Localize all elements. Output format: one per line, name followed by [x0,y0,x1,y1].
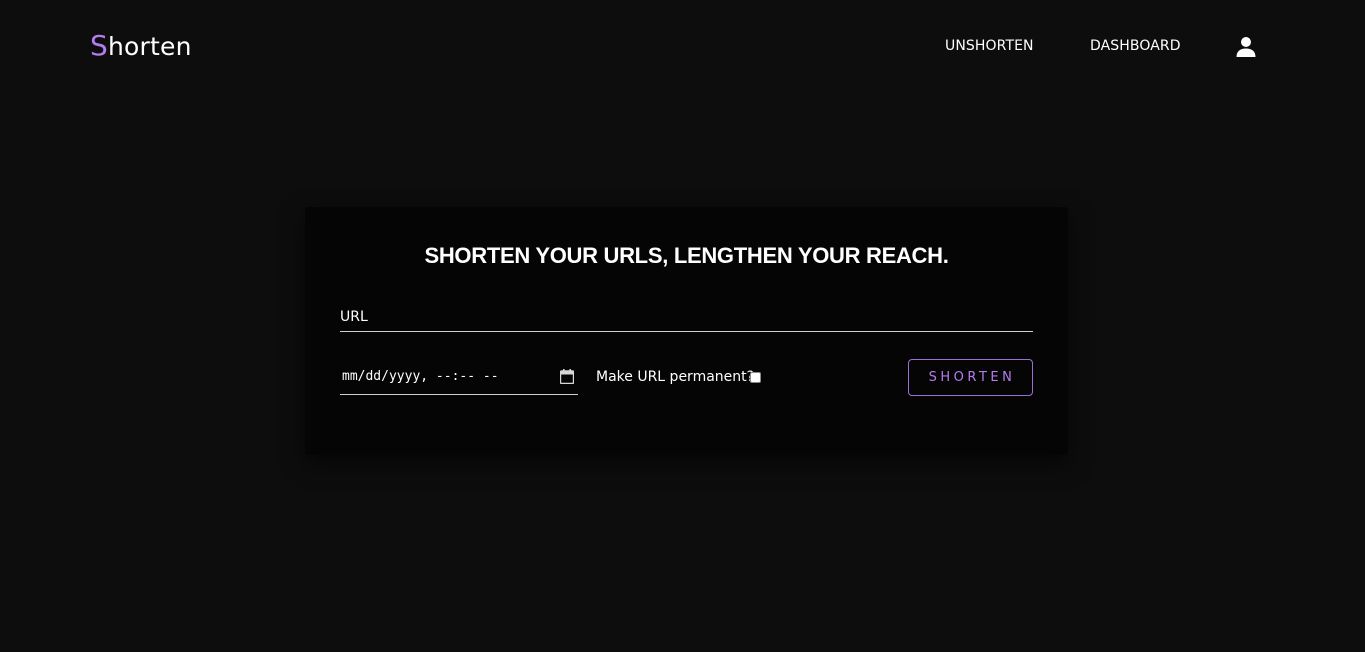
top-nav: Shorten UNSHORTEN DASHBOARD [0,0,1365,92]
expiry-datetime-input[interactable]: mm/dd/yyyy, --:-- -- [340,362,578,395]
expiry-datetime-placeholder: mm/dd/yyyy, --:-- -- [342,369,499,384]
logo-text: horten [107,32,192,61]
permanent-checkbox[interactable] [750,372,761,383]
user-icon[interactable] [1235,36,1257,58]
logo-initial: S [90,29,108,62]
url-input[interactable] [340,302,1033,332]
shorten-card: SHORTEN YOUR URLS, LENGTHEN YOUR REACH. … [305,207,1068,455]
brand-logo[interactable]: Shorten [90,29,192,64]
permanent-label: Make URL permanent? [596,369,755,385]
shorten-button[interactable]: SHORTEN [908,359,1033,396]
nav-dashboard-link[interactable]: DASHBOARD [1090,37,1181,55]
nav-unshorten-link[interactable]: UNSHORTEN [945,37,1034,55]
card-title: SHORTEN YOUR URLS, LENGTHEN YOUR REACH. [424,243,949,268]
calendar-icon[interactable] [560,369,574,384]
